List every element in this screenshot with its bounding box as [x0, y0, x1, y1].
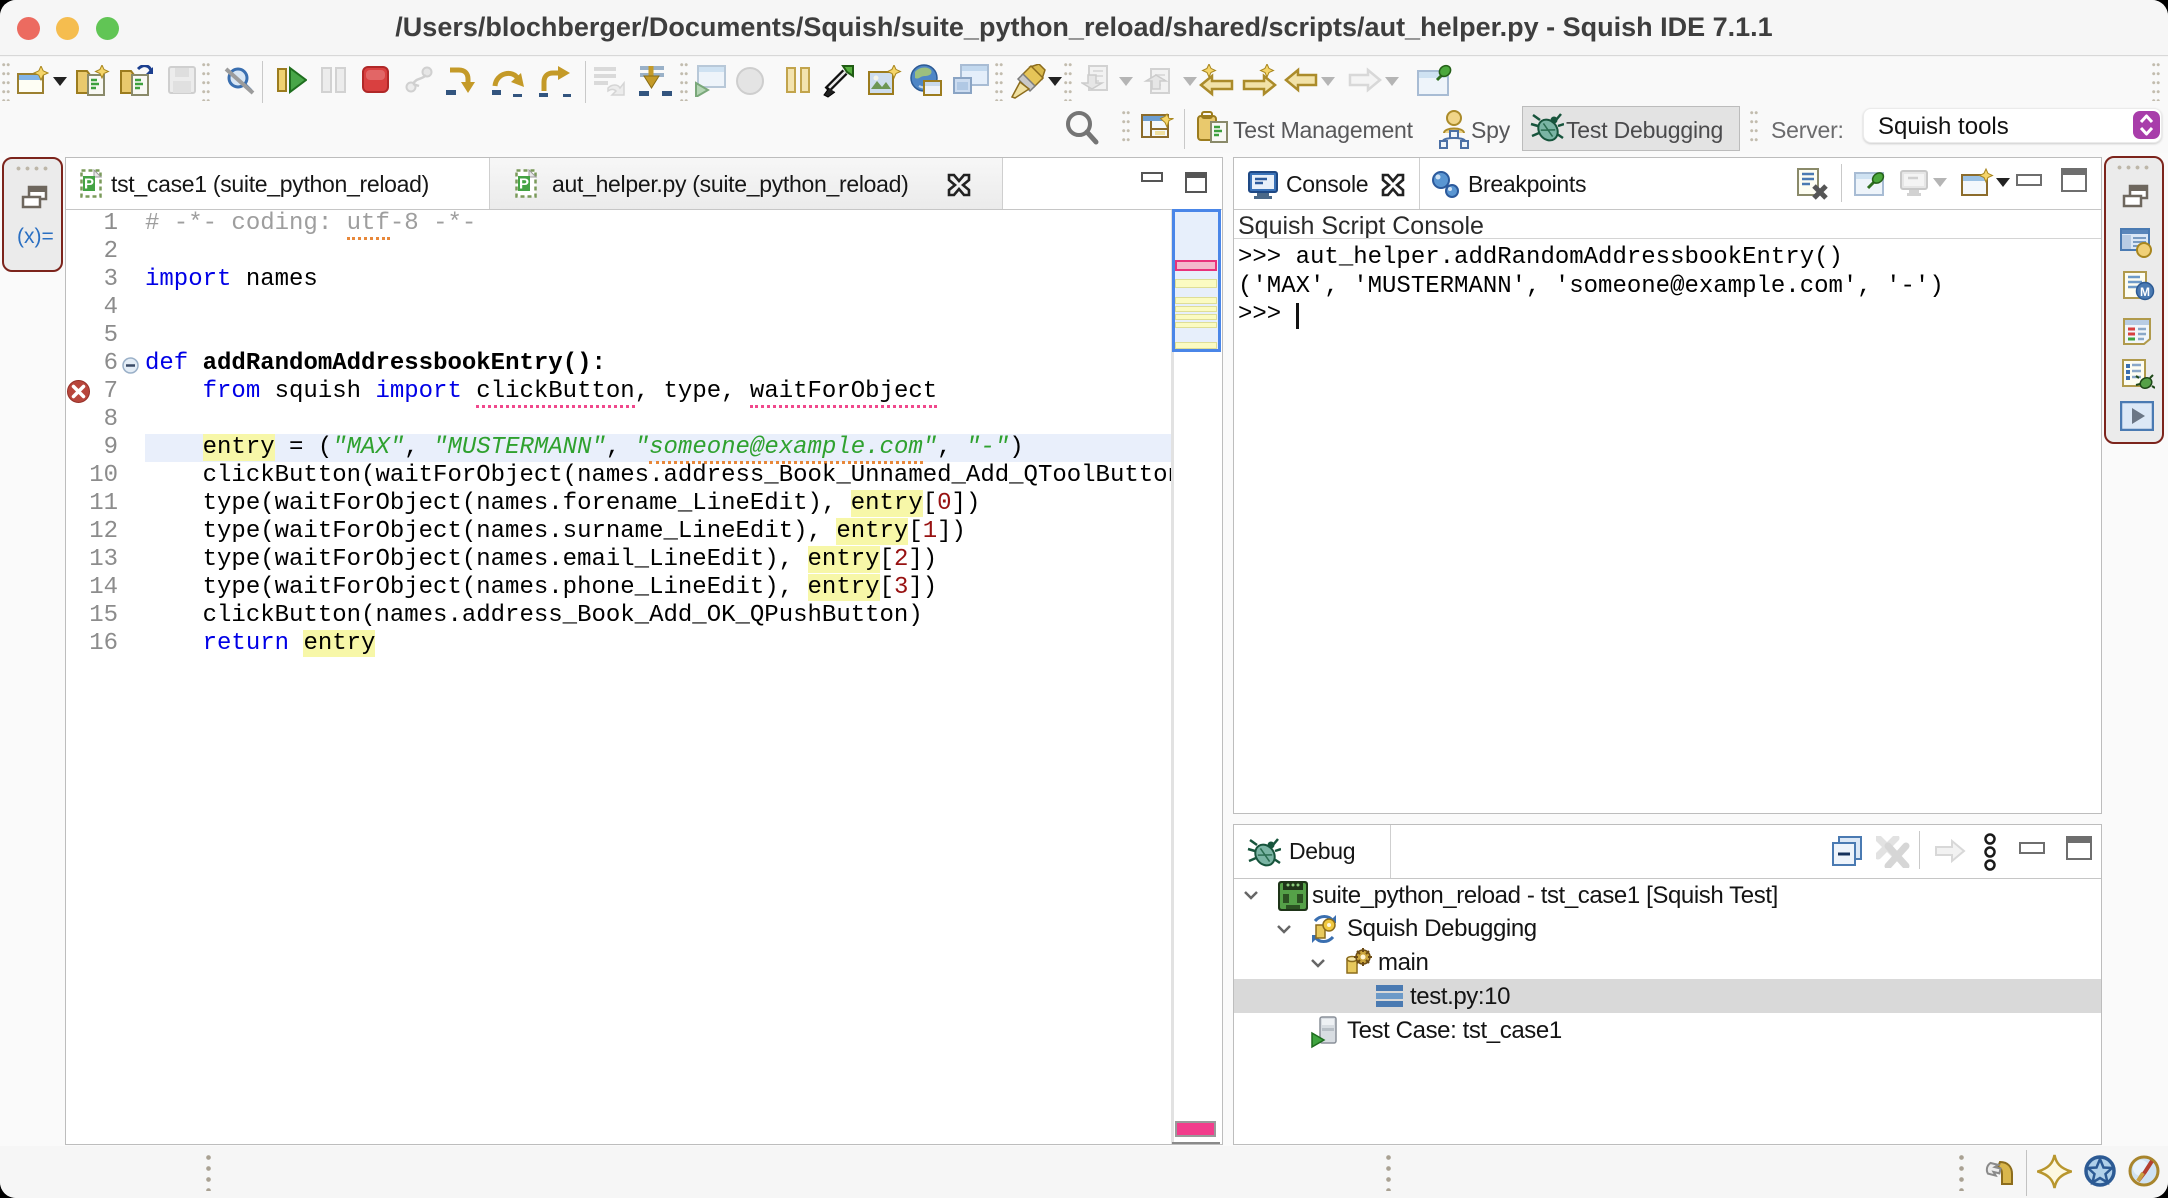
svg-text:P: P	[519, 176, 529, 193]
svg-text:P: P	[84, 176, 94, 193]
svg-text:M: M	[2140, 285, 2150, 299]
